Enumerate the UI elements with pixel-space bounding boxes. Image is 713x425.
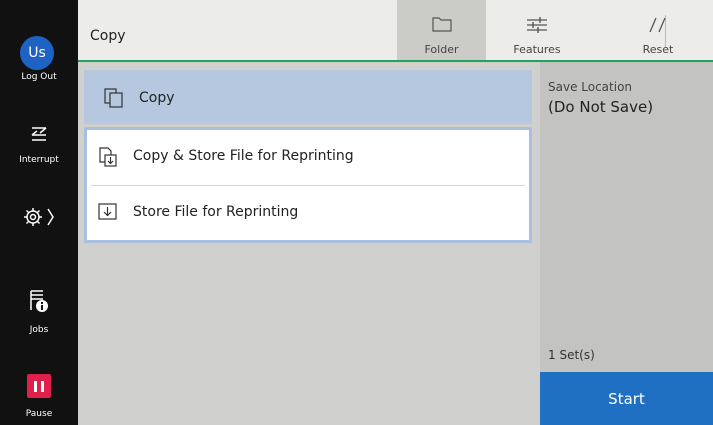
start-button[interactable]: Start [540,372,713,425]
pause-button[interactable]: Pause [0,409,78,419]
header-bar: Copy Folder Features Reset [78,0,713,62]
interrupt-button[interactable]: Interrupt [0,155,78,165]
reset-icon [613,16,703,34]
tab-reset-label: Reset [642,43,674,56]
save-location-value: (Do Not Save) [548,98,654,116]
tab-reset[interactable]: Reset [613,0,703,62]
tab-folder-label: Folder [424,43,459,56]
reprint-options-panel: Copy & Store File for Reprinting Store F… [84,127,532,243]
settings-gear-icon[interactable] [0,205,78,229]
tab-folder[interactable]: Folder [397,0,486,62]
list-item-label: Store File for Reprinting [133,204,299,220]
list-item-store-file[interactable]: Store File for Reprinting [87,186,529,240]
jobs-icon[interactable] [0,288,78,314]
start-button-label: Start [608,389,645,408]
right-info-panel: Save Location (Do Not Save) 1 Set(s) Sta… [540,62,713,425]
avatar-initials: Us [28,45,46,61]
store-file-icon [98,203,118,225]
save-location-label: Save Location [548,80,633,94]
page-title: Copy [90,28,126,44]
list-item-copy[interactable]: Copy [84,70,532,124]
tab-features-label: Features [513,43,561,56]
copy-store-icon [98,147,118,171]
jobs-button[interactable]: Jobs [0,325,78,335]
list-item-label: Copy & Store File for Reprinting [133,148,354,164]
user-avatar[interactable]: Us [20,36,54,70]
pause-icon[interactable] [27,374,51,398]
list-item-copy-store[interactable]: Copy & Store File for Reprinting [87,130,529,185]
copy-mode-list: Copy Copy & Store File for Reprinting St… [78,62,540,425]
interrupt-icon[interactable] [0,124,78,144]
copy-icon [104,88,124,112]
left-sidebar: Us Log Out Interrupt Jobs Pause [0,0,78,425]
tab-features[interactable]: Features [492,0,582,62]
sliders-icon [492,16,582,34]
set-count: 1 Set(s) [548,348,595,362]
list-item-label: Copy [139,90,175,106]
folder-icon [397,16,486,32]
logout-button[interactable]: Log Out [0,72,78,82]
